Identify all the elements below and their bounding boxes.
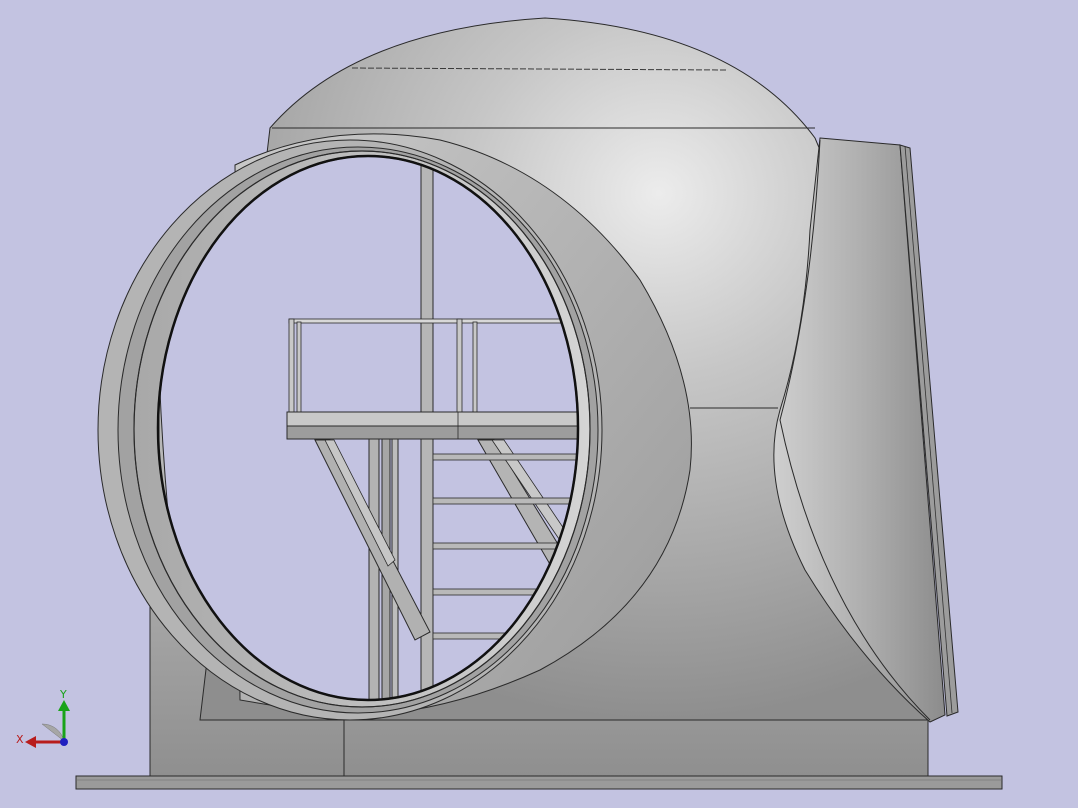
cad-viewport[interactable]: Y X — [0, 0, 1078, 808]
x-axis-label: X — [16, 733, 24, 746]
triad-arc-icon — [41, 723, 65, 742]
x-axis-arrow-icon — [25, 736, 64, 748]
y-axis-label: Y — [59, 688, 67, 701]
z-axis-dot-icon — [60, 738, 68, 746]
platform — [286, 411, 578, 440]
base-plate — [75, 775, 1003, 790]
hub-model[interactable] — [0, 0, 1078, 808]
axis-triad: Y X — [16, 688, 70, 748]
